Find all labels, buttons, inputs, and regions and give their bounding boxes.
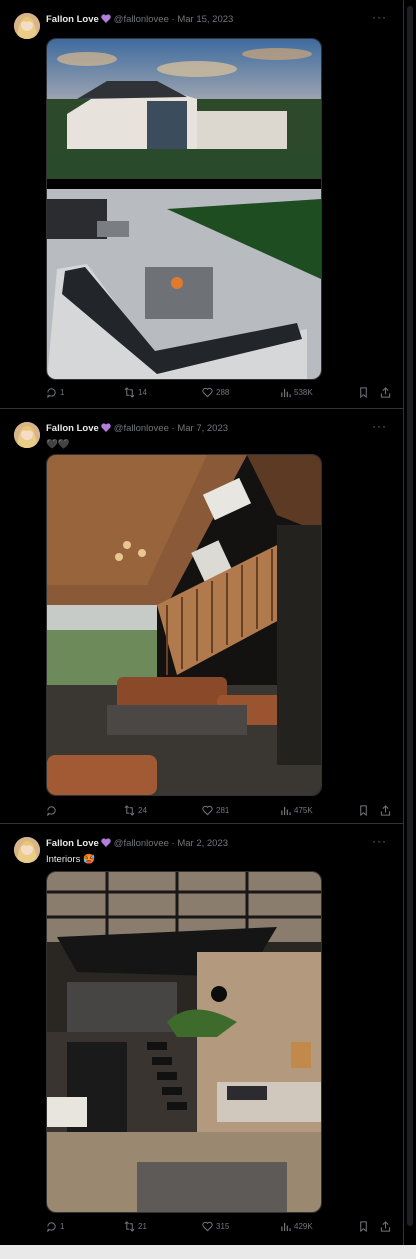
retweet-count: 21 [138, 1222, 147, 1231]
reply-button[interactable]: 1 [46, 387, 64, 398]
views-button[interactable]: 475K [280, 805, 313, 816]
avatar[interactable] [14, 837, 40, 863]
action-bar: 1 14 288 538K [46, 387, 392, 401]
display-name[interactable]: Fallon Love [46, 423, 99, 434]
retweet-button[interactable]: 14 [124, 387, 147, 398]
scrollbar-thumb[interactable] [407, 6, 413, 1226]
tweet-1[interactable]: Fallon Love @fallonlovee · Mar 15, 2023 ·… [0, 0, 403, 409]
timeline-feed: Fallon Love @fallonlovee · Mar 15, 2023 ·… [0, 0, 404, 1245]
views-icon [281, 388, 291, 398]
reply-icon [47, 1222, 56, 1232]
window-bottom-edge [0, 1245, 416, 1259]
share-icon [380, 387, 391, 398]
tweet-header: Fallon Love @fallonlovee · Mar 7, 2023 [46, 423, 228, 436]
share-button[interactable] [380, 387, 391, 398]
tweet-image[interactable] [46, 38, 322, 380]
view-count: 429K [294, 1222, 313, 1231]
heart-icon [202, 1221, 213, 1232]
views-button[interactable]: 538K [280, 387, 313, 398]
scrollbar[interactable] [404, 0, 416, 1245]
tweet-text: Interiors 🥵 [46, 854, 95, 865]
views-button[interactable]: 429K [280, 1221, 313, 1232]
retweet-icon [124, 387, 135, 398]
heart-icon [202, 805, 213, 816]
timestamp[interactable]: Mar 7, 2023 [177, 423, 228, 434]
display-name[interactable]: Fallon Love [46, 14, 99, 25]
bookmark-button[interactable] [358, 805, 369, 816]
views-icon [281, 1222, 291, 1232]
retweet-button[interactable]: 21 [124, 1221, 147, 1232]
more-options-icon[interactable]: ··· [372, 419, 387, 433]
bookmark-icon [360, 805, 367, 816]
tweet-header: Fallon Love @fallonlovee · Mar 2, 2023 [46, 838, 228, 851]
action-bar: 1 21 315 429K [46, 1221, 392, 1235]
handle[interactable]: @fallonlovee [114, 423, 169, 434]
retweet-button[interactable]: 24 [124, 805, 147, 816]
share-icon [380, 1221, 391, 1232]
separator: · [171, 838, 175, 849]
like-count: 281 [216, 806, 230, 815]
timestamp[interactable]: Mar 2, 2023 [177, 838, 228, 849]
like-button[interactable]: 281 [202, 805, 229, 816]
reply-icon [47, 806, 56, 816]
reply-button[interactable]: 1 [46, 1221, 64, 1232]
bookmark-button[interactable] [358, 387, 369, 398]
bookmark-icon [360, 1221, 367, 1232]
reply-button[interactable] [46, 805, 60, 816]
share-icon [380, 805, 391, 816]
like-count: 288 [216, 388, 230, 397]
avatar[interactable] [14, 422, 40, 448]
purple-heart-icon [101, 423, 111, 436]
handle[interactable]: @fallonlovee [114, 14, 169, 25]
like-button[interactable]: 315 [202, 1221, 229, 1232]
display-name[interactable]: Fallon Love [46, 838, 99, 849]
views-icon [281, 806, 291, 816]
reply-count: 1 [60, 1222, 65, 1231]
retweet-icon [124, 805, 135, 816]
more-options-icon[interactable]: ··· [372, 10, 387, 24]
like-button[interactable]: 288 [202, 387, 229, 398]
share-button[interactable] [380, 1221, 391, 1232]
reply-icon [47, 388, 56, 398]
tweet-2[interactable]: Fallon Love @fallonlovee · Mar 7, 2023 ··… [0, 409, 403, 824]
separator: · [171, 423, 175, 434]
view-count: 475K [294, 806, 313, 815]
view-count: 538K [294, 388, 313, 397]
like-count: 315 [216, 1222, 230, 1231]
purple-heart-icon [101, 14, 111, 27]
share-button[interactable] [380, 805, 391, 816]
tweet-image[interactable] [46, 871, 322, 1213]
tweet-header: Fallon Love @fallonlovee · Mar 15, 2023 [46, 14, 233, 27]
bookmark-button[interactable] [358, 1221, 369, 1232]
retweet-icon [124, 1221, 135, 1232]
bookmark-icon [360, 387, 367, 398]
action-bar: 24 281 475K [46, 805, 392, 819]
tweet-image[interactable] [46, 454, 322, 796]
purple-heart-icon [101, 838, 111, 851]
tweet-text: 🖤🖤 [46, 439, 70, 450]
avatar[interactable] [14, 13, 40, 39]
heart-icon [202, 387, 213, 398]
retweet-count: 14 [138, 388, 147, 397]
reply-count: 1 [60, 388, 65, 397]
more-options-icon[interactable]: ··· [372, 834, 387, 848]
tweet-3[interactable]: Fallon Love @fallonlovee · Mar 2, 2023 ··… [0, 824, 403, 1245]
separator: · [171, 14, 175, 25]
timestamp[interactable]: Mar 15, 2023 [177, 14, 233, 25]
handle[interactable]: @fallonlovee [114, 838, 169, 849]
retweet-count: 24 [138, 806, 147, 815]
